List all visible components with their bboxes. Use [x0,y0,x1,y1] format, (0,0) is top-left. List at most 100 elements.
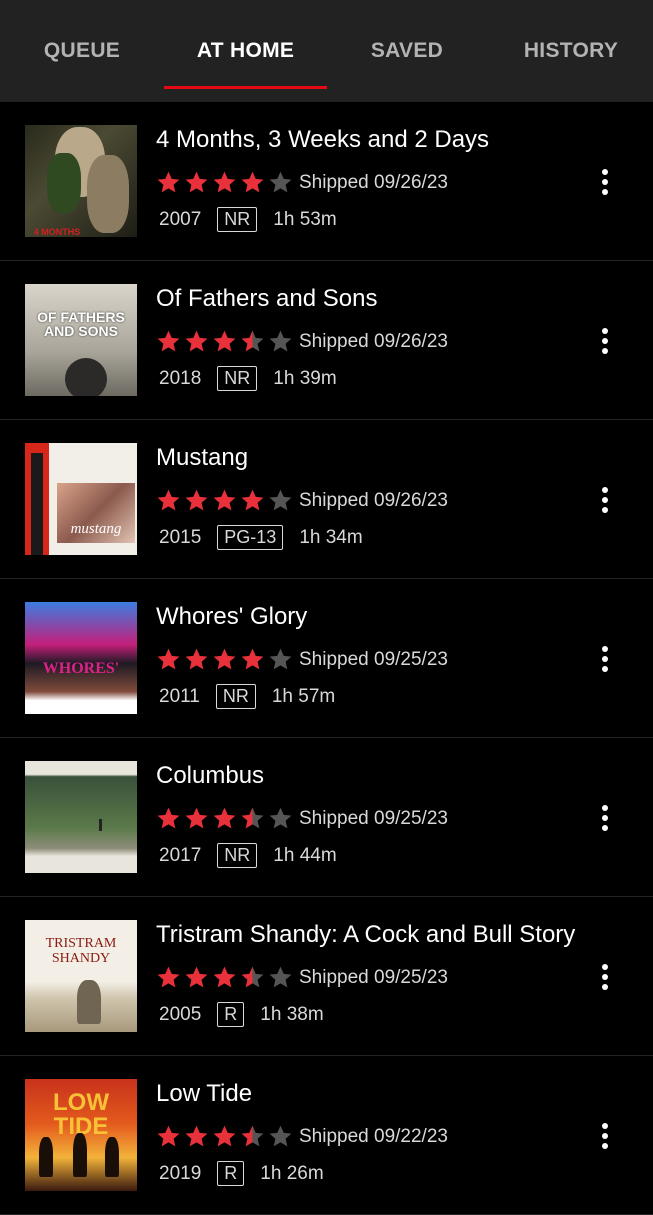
poster-text: mustang [70,521,122,537]
movie-poster[interactable]: WHORES' GLORY [25,602,137,714]
movie-poster[interactable]: 4 MONTHS [25,125,137,237]
star-icon [185,171,208,193]
shipped-date: Shipped 09/25/23 [299,967,448,988]
star-rating[interactable] [156,647,296,673]
active-tab-indicator [164,86,327,89]
star-icon [157,171,180,193]
runtime: 1h 44m [273,844,337,866]
star-icon [213,171,236,193]
poster-text: TRISTRAM SHANDY [45,936,117,966]
star-rating[interactable] [156,329,296,355]
movie-row[interactable]: 4 MONTHS 4 Months, 3 Weeks and 2 Days Sh… [0,102,653,261]
movie-row[interactable]: OF FATHERS AND SONS Of Fathers and Sons … [0,261,653,420]
more-options-icon[interactable] [594,1120,616,1156]
movie-row[interactable]: mustang Mustang Shipped 09/26/23 2015 PG… [0,420,653,579]
poster-text: 4 MONTHS [33,227,81,237]
star-icon [213,966,236,988]
movie-title[interactable]: Of Fathers and Sons [156,285,377,313]
star-icon [185,489,208,511]
star-icon [241,1125,264,1147]
shipped-date: Shipped 09/25/23 [299,649,448,670]
movie-meta: 2011 NR 1h 57m [159,684,335,709]
more-options-icon[interactable] [594,484,616,520]
star-icon [185,1125,208,1147]
star-rating[interactable] [156,488,296,514]
star-rating[interactable] [156,806,296,832]
release-year: 2019 [159,1162,202,1184]
star-icon [269,330,292,352]
shipped-date: Shipped 09/26/23 [299,331,448,352]
movie-title[interactable]: Mustang [156,444,248,472]
tab-queue[interactable]: QUEUE [22,0,142,102]
release-year: 2005 [159,1003,202,1025]
star-icon [269,966,292,988]
star-icon [269,1125,292,1147]
release-year: 2011 [159,685,200,707]
star-icon [241,807,264,829]
star-icon [185,966,208,988]
star-icon [241,648,264,670]
star-icon [157,966,180,988]
movie-meta: 2018 NR 1h 39m [159,366,337,391]
movie-poster[interactable]: OF FATHERS AND SONS [25,284,137,396]
star-icon [185,648,208,670]
more-options-icon[interactable] [594,643,616,679]
star-icon [213,489,236,511]
more-options-icon[interactable] [594,166,616,202]
release-year: 2018 [159,367,202,389]
movie-poster[interactable] [25,761,137,873]
star-rating[interactable] [156,1124,296,1150]
star-icon [269,807,292,829]
tab-history[interactable]: HISTORY [505,0,637,102]
mpaa-rating-badge: PG-13 [217,525,284,550]
star-icon [157,648,180,670]
movie-row[interactable]: Columbus Shipped 09/25/23 2017 NR 1h 44m [0,738,653,897]
more-options-icon[interactable] [594,325,616,361]
movie-title[interactable]: 4 Months, 3 Weeks and 2 Days [156,126,489,154]
more-options-icon[interactable] [594,961,616,997]
tab-bar: QUEUE AT HOME SAVED HISTORY [0,0,653,102]
star-icon [269,648,292,670]
runtime: 1h 39m [273,367,337,389]
star-rating[interactable] [156,965,296,991]
more-options-icon[interactable] [594,802,616,838]
movie-meta: 2007 NR 1h 53m [159,207,337,232]
poster-text: OF FATHERS AND SONS [37,309,125,339]
movie-title[interactable]: Whores' Glory [156,603,307,631]
movie-poster[interactable]: LOW TIDE [25,1079,137,1191]
movie-meta: 2017 NR 1h 44m [159,843,337,868]
runtime: 1h 53m [273,208,337,230]
star-icon [241,489,264,511]
movie-meta: 2015 PG-13 1h 34m [159,525,363,550]
runtime: 1h 34m [299,526,363,548]
movie-poster[interactable]: mustang [25,443,137,555]
movie-row[interactable]: WHORES' GLORY Whores' Glory Shipped 09/2… [0,579,653,738]
release-year: 2017 [159,844,202,866]
star-icon [157,1125,180,1147]
movie-row[interactable]: TRISTRAM SHANDY Tristram Shandy: A Cock … [0,897,653,1056]
movie-title[interactable]: Columbus [156,762,264,790]
star-icon [185,807,208,829]
mpaa-rating-badge: NR [215,684,256,709]
shipped-date: Shipped 09/26/23 [299,490,448,511]
release-year: 2015 [159,526,202,548]
star-icon [241,966,264,988]
shipped-date: Shipped 09/25/23 [299,808,448,829]
shipped-date: Shipped 09/26/23 [299,172,448,193]
star-icon [213,648,236,670]
star-rating[interactable] [156,170,296,196]
shipped-date: Shipped 09/22/23 [299,1126,448,1147]
star-icon [241,171,264,193]
movie-row[interactable]: LOW TIDE Low Tide Shipped 09/22/23 2019 … [0,1056,653,1215]
release-year: 2007 [159,208,202,230]
movie-meta: 2019 R 1h 26m [159,1161,324,1186]
star-icon [157,330,180,352]
poster-text: LOW TIDE [53,1089,109,1140]
poster-text: WHORES' GLORY [42,660,120,677]
mpaa-rating-badge: NR [217,207,258,232]
movie-title[interactable]: Low Tide [156,1080,252,1108]
movie-title[interactable]: Tristram Shandy: A Cock and Bull Story [156,921,575,949]
tab-saved[interactable]: SAVED [347,0,467,102]
star-icon [157,807,180,829]
movie-poster[interactable]: TRISTRAM SHANDY [25,920,137,1032]
